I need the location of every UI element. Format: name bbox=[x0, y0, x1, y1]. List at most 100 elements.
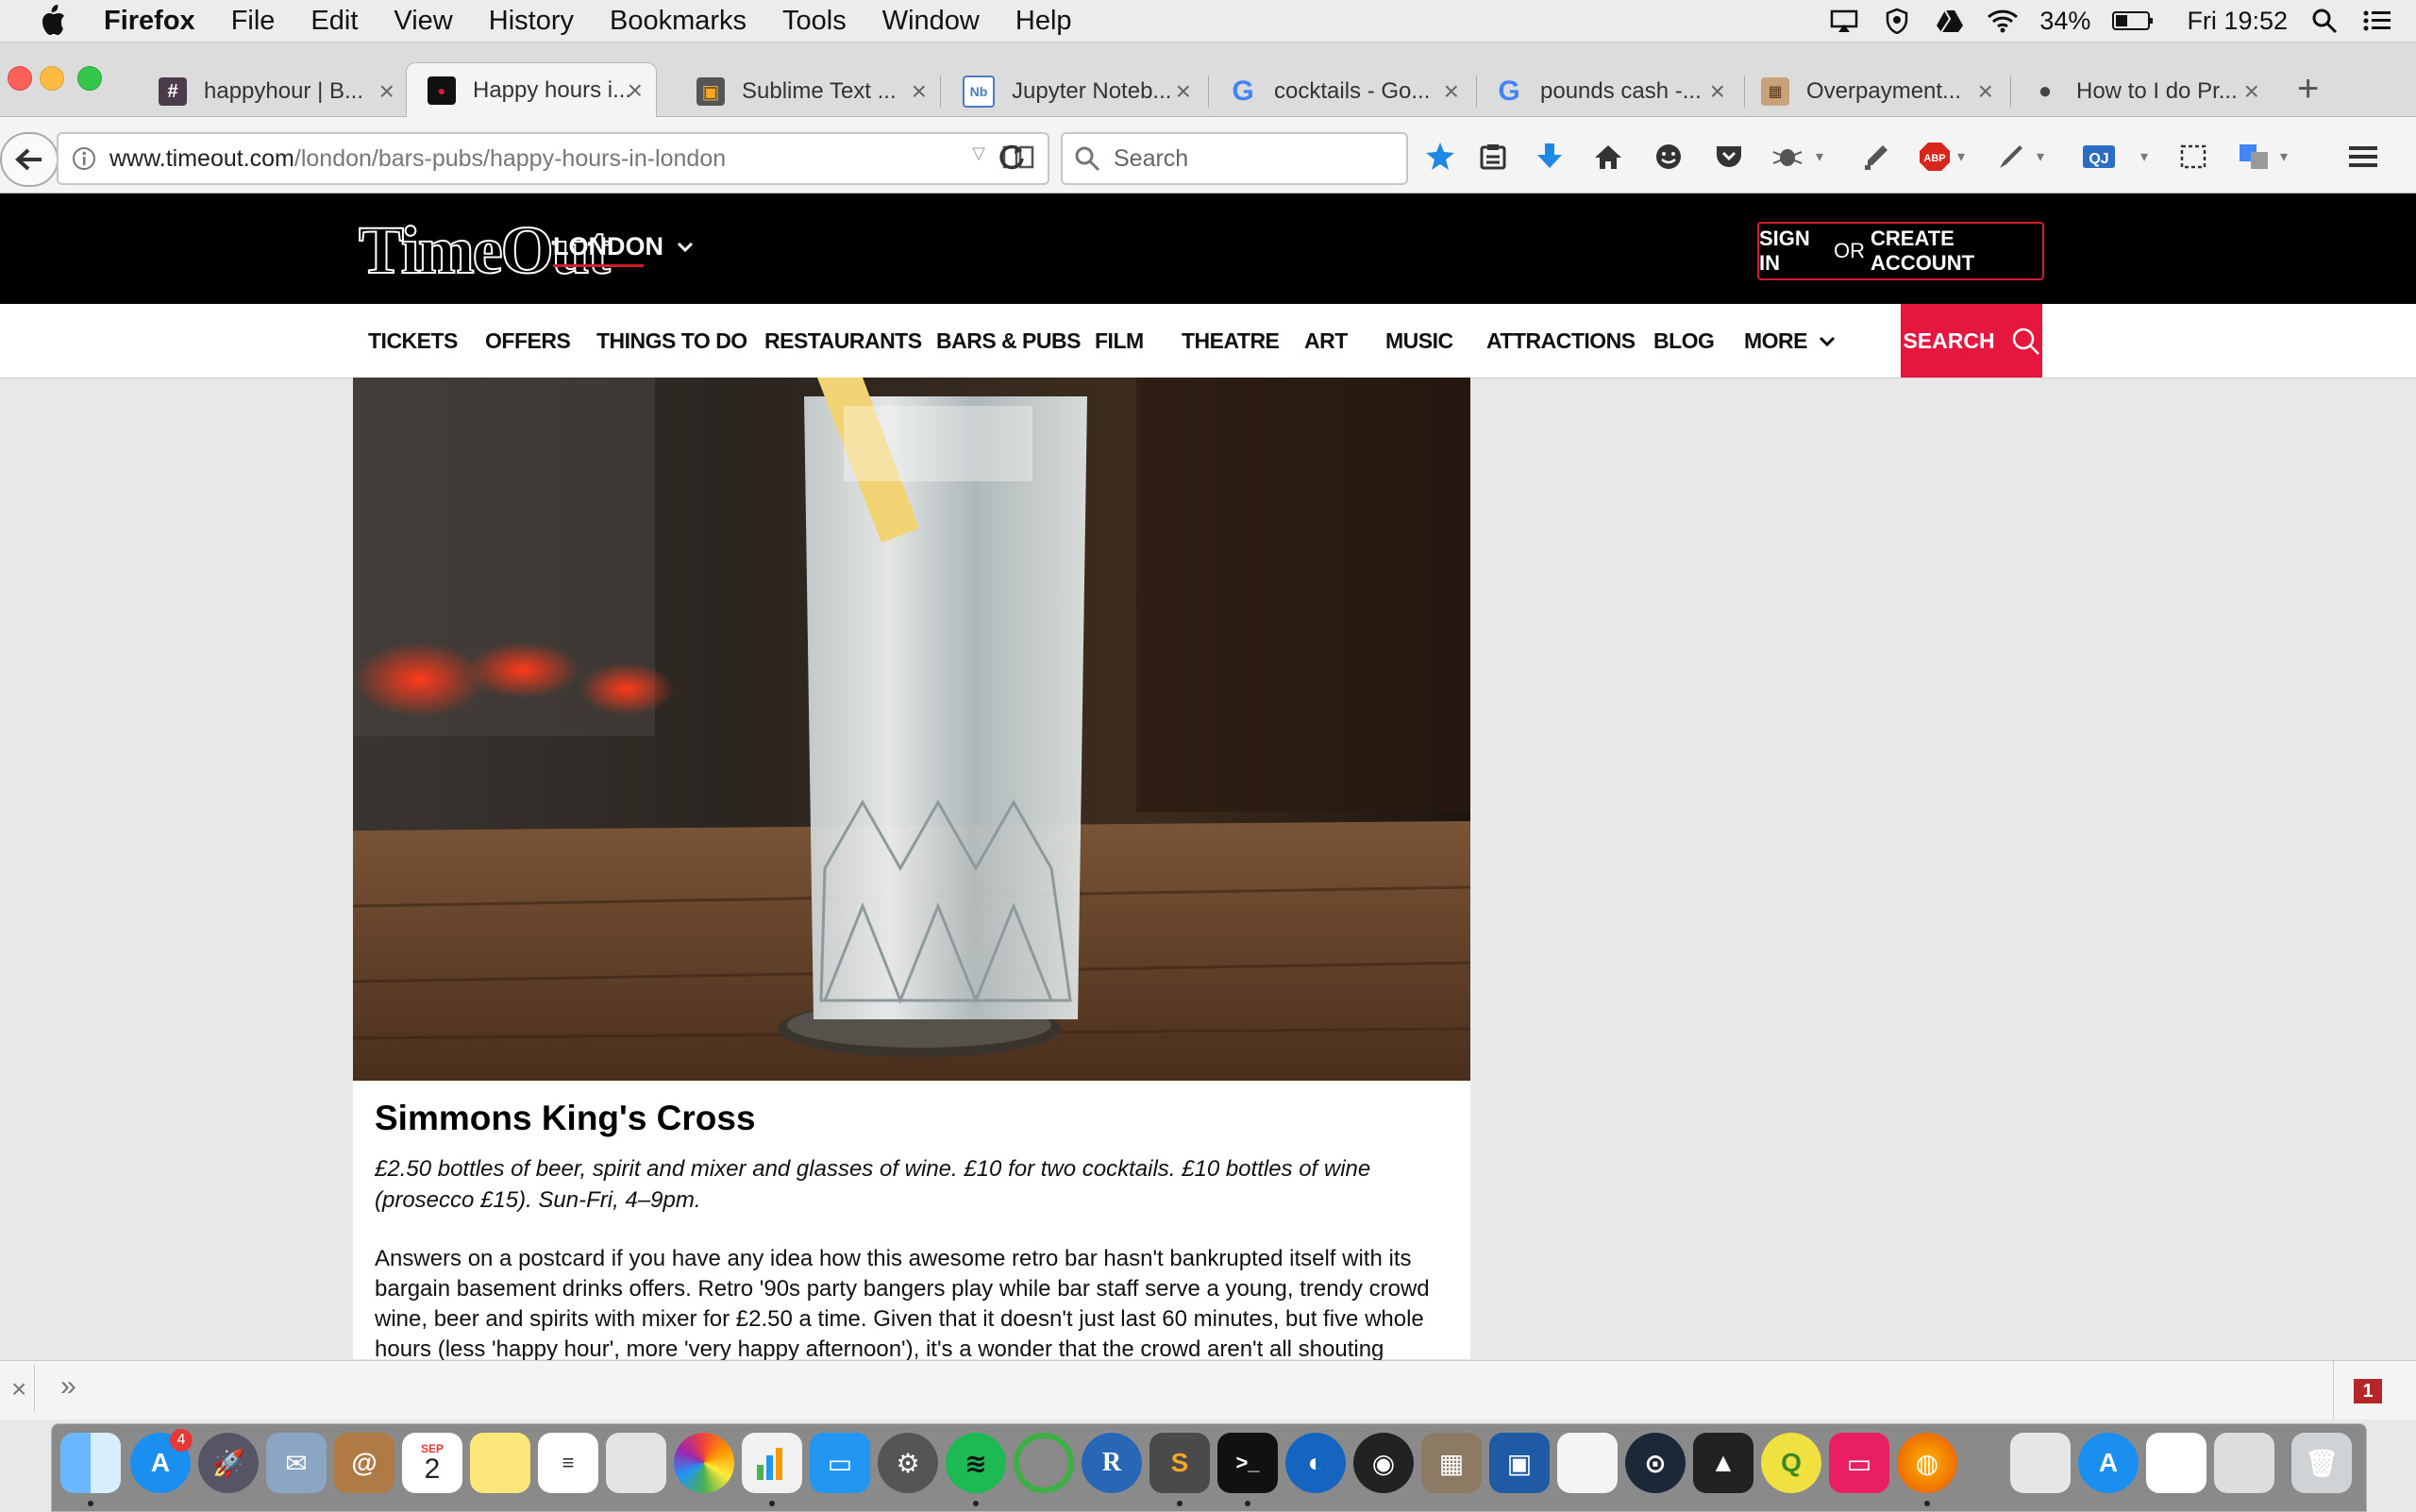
photos-icon[interactable] bbox=[674, 1433, 734, 1493]
close-tab-icon[interactable]: × bbox=[1978, 76, 1993, 107]
window-zoom-button[interactable] bbox=[77, 66, 102, 91]
close-tab-icon[interactable]: × bbox=[912, 76, 927, 107]
downloads-stack-icon[interactable] bbox=[2010, 1433, 2071, 1493]
sublime-text-icon[interactable]: S bbox=[1149, 1433, 1210, 1493]
city-selector[interactable]: LONDON bbox=[553, 232, 694, 267]
eyedropper-dropdown-icon[interactable]: ▾ bbox=[2031, 138, 2050, 176]
nav-things-to-do[interactable]: THINGS TO DO bbox=[596, 328, 747, 354]
document-icon[interactable] bbox=[1557, 1433, 1618, 1493]
tab-happyhour[interactable]: # happyhour | B... × bbox=[159, 66, 394, 117]
nav-art[interactable]: ART bbox=[1304, 328, 1348, 354]
tab-happy-hours-active[interactable]: ● Happy hours i... × bbox=[406, 62, 657, 117]
clock[interactable]: Fri 19:52 bbox=[2187, 7, 2288, 36]
tab-overpayment[interactable]: ▦ Overpayment... × bbox=[1761, 66, 1993, 117]
calculator-icon[interactable]: ▦ bbox=[1421, 1433, 1482, 1493]
nav-blog[interactable]: BLOG bbox=[1653, 328, 1715, 354]
url-bar[interactable]: www.timeout.com/london/bars-pubs/happy-h… bbox=[57, 132, 1049, 185]
nav-restaurants[interactable]: RESTAURANTS bbox=[764, 328, 922, 354]
reminders-icon[interactable]: ≡ bbox=[538, 1433, 598, 1493]
close-tab-icon[interactable]: × bbox=[1444, 76, 1459, 107]
window-minimize-button[interactable] bbox=[40, 66, 64, 91]
sign-in-create-account-button[interactable]: SIGN IN OR CREATE ACCOUNT bbox=[1757, 222, 2044, 280]
new-tab-plus-icon[interactable]: + bbox=[2297, 68, 2319, 110]
shield-icon[interactable] bbox=[1881, 7, 1913, 35]
documents-stack-icon[interactable] bbox=[2146, 1433, 2206, 1493]
tab-jupyter[interactable]: Nb Jupyter Noteb... × bbox=[963, 66, 1191, 117]
close-addon-bar-icon[interactable]: × bbox=[11, 1374, 26, 1404]
close-tab-icon[interactable]: × bbox=[2244, 76, 2259, 107]
nav-film[interactable]: FILM bbox=[1095, 328, 1144, 354]
virtualbox-icon[interactable]: ▣ bbox=[1489, 1433, 1550, 1493]
url-dropdown-icon[interactable]: ▽ bbox=[972, 143, 985, 163]
calendar-icon[interactable]: SEP 2 bbox=[402, 1433, 462, 1493]
apple-menu-icon[interactable] bbox=[36, 4, 70, 38]
nav-offers[interactable]: OFFERS bbox=[485, 328, 571, 354]
tab-cocktails-google[interactable]: G cocktails - Go... × bbox=[1229, 66, 1459, 117]
site-info-icon[interactable] bbox=[72, 146, 96, 171]
tab-how-to[interactable]: ● How to I do Pr... × bbox=[2031, 66, 2259, 117]
nav-bars-pubs[interactable]: BARS & PUBS bbox=[936, 328, 1081, 354]
notification-center-icon[interactable] bbox=[2361, 7, 2393, 35]
pipette-extension-icon[interactable] bbox=[1857, 138, 1895, 176]
spotlight-search-icon[interactable] bbox=[2308, 7, 2340, 35]
tab-pounds-cash-google[interactable]: G pounds cash -... × bbox=[1495, 66, 1725, 117]
adblock-plus-icon[interactable]: ABP bbox=[1916, 138, 1954, 176]
translate-extension-icon[interactable] bbox=[2235, 138, 2273, 176]
hello-chat-icon[interactable] bbox=[1650, 138, 1687, 176]
adblock-dropdown-icon[interactable]: ▾ bbox=[1952, 138, 1971, 176]
tab-sublime[interactable]: ▣ Sublime Text ... × bbox=[696, 66, 927, 117]
hamburger-menu-icon[interactable] bbox=[2344, 138, 2382, 176]
sync-circle-icon[interactable] bbox=[1014, 1433, 1074, 1493]
pocket-icon[interactable] bbox=[1710, 138, 1748, 176]
close-tab-icon[interactable]: × bbox=[628, 76, 643, 106]
numbers-icon[interactable] bbox=[742, 1433, 802, 1493]
applications-stack-icon[interactable]: A bbox=[2078, 1433, 2139, 1493]
desktop-stack-icon[interactable] bbox=[2214, 1433, 2274, 1493]
site-search-button[interactable]: SEARCH bbox=[1901, 304, 2042, 378]
translate-dropdown-icon[interactable]: ▾ bbox=[2274, 138, 2293, 176]
nav-theatre[interactable]: THEATRE bbox=[1182, 328, 1280, 354]
google-earth-icon[interactable]: ◐ bbox=[1285, 1433, 1346, 1493]
menu-file[interactable]: File bbox=[231, 6, 276, 37]
search-bar[interactable]: Search bbox=[1061, 132, 1408, 185]
trash-icon[interactable]: 🗑 bbox=[2291, 1433, 2352, 1493]
nav-tickets[interactable]: TICKETS bbox=[368, 328, 458, 354]
bookmarks-menu-icon[interactable] bbox=[1474, 138, 1512, 176]
github-icon[interactable]: ◉ bbox=[1353, 1433, 1414, 1493]
notification-badge[interactable]: 1 bbox=[2354, 1379, 2382, 1403]
nav-music[interactable]: MUSIC bbox=[1385, 328, 1453, 354]
menu-view[interactable]: View bbox=[394, 6, 452, 37]
screenshot-select-icon[interactable] bbox=[2174, 138, 2212, 176]
spotify-icon[interactable]: ≋ bbox=[946, 1433, 1006, 1493]
screen-sharing-icon[interactable]: ▭ bbox=[1829, 1433, 1889, 1493]
menu-bookmarks[interactable]: Bookmarks bbox=[610, 6, 747, 37]
notes-icon[interactable] bbox=[470, 1433, 530, 1493]
inkscape-icon[interactable]: ▲ bbox=[1693, 1433, 1753, 1493]
airplay-display-icon[interactable] bbox=[1828, 7, 1860, 35]
bookmark-star-icon[interactable] bbox=[1421, 138, 1459, 176]
r-icon[interactable]: R bbox=[1082, 1433, 1142, 1493]
menu-history[interactable]: History bbox=[489, 6, 574, 37]
nav-attractions[interactable]: ATTRACTIONS bbox=[1486, 328, 1636, 354]
qj-dropdown-icon[interactable]: ▾ bbox=[2135, 138, 2154, 176]
launchpad-icon[interactable]: 🚀 bbox=[198, 1433, 259, 1493]
overflow-chevron-icon[interactable]: » bbox=[60, 1370, 76, 1403]
firefox-icon[interactable]: ◍ bbox=[1897, 1433, 1957, 1493]
close-tab-icon[interactable]: × bbox=[1710, 76, 1725, 107]
wifi-icon[interactable] bbox=[1987, 7, 2019, 35]
menu-help[interactable]: Help bbox=[1015, 6, 1072, 37]
finder-icon[interactable] bbox=[60, 1433, 121, 1493]
menu-edit[interactable]: Edit bbox=[310, 6, 358, 37]
menu-tools[interactable]: Tools bbox=[782, 6, 847, 37]
window-close-button[interactable] bbox=[8, 66, 32, 91]
google-drive-icon[interactable] bbox=[1934, 7, 1966, 35]
preview-icon[interactable] bbox=[606, 1433, 666, 1493]
create-account-link[interactable]: CREATE ACCOUNT bbox=[1871, 227, 2042, 276]
close-tab-icon[interactable]: × bbox=[1176, 76, 1191, 107]
back-button[interactable] bbox=[0, 132, 59, 187]
keynote-icon[interactable]: ▭ bbox=[810, 1433, 870, 1493]
qj-extension-icon[interactable]: QJ bbox=[2080, 138, 2118, 176]
terminal-icon[interactable]: >_ bbox=[1217, 1433, 1278, 1493]
sign-in-link[interactable]: SIGN IN bbox=[1759, 227, 1828, 276]
menu-window[interactable]: Window bbox=[882, 6, 980, 37]
